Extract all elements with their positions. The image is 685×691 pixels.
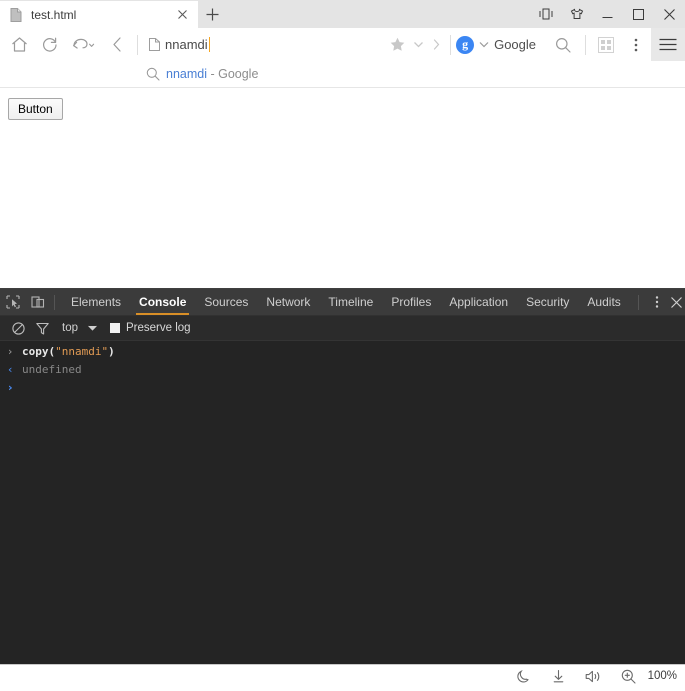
devtools-tab-elements[interactable]: Elements xyxy=(62,289,130,315)
chevron-down-icon[interactable] xyxy=(474,41,494,48)
preserve-log-checkbox[interactable] xyxy=(110,323,120,333)
console-prompt-row[interactable]: › xyxy=(0,380,685,398)
filter-icon[interactable] xyxy=(30,316,54,340)
prompt-arrow-icon: › xyxy=(8,381,13,394)
address-page-icon xyxy=(143,38,165,51)
volume-icon[interactable] xyxy=(576,665,611,687)
console-code-string: "nnamdi" xyxy=(55,345,109,358)
console-input-expression: copy("nnamdi") xyxy=(22,345,115,359)
devtools-divider xyxy=(54,294,55,310)
bookmark-star-icon[interactable] xyxy=(385,37,409,52)
panels-grid-icon[interactable] xyxy=(591,30,621,60)
devtools-tab-security[interactable]: Security xyxy=(517,289,578,315)
tab-title: test.html xyxy=(31,7,77,22)
reload-icon[interactable] xyxy=(34,30,64,60)
maximize-button[interactable] xyxy=(623,0,654,28)
address-input[interactable]: nnamdi xyxy=(165,37,211,52)
close-button[interactable] xyxy=(654,0,685,28)
zoom-icon[interactable] xyxy=(611,665,646,687)
clear-console-icon[interactable] xyxy=(6,316,30,340)
context-chevron-down-icon[interactable] xyxy=(82,325,102,331)
devtools-panel: Elements Console Sources Network Timelin… xyxy=(0,288,685,664)
address-bar[interactable]: nnamdi xyxy=(143,30,385,60)
devtools-tab-sources[interactable]: Sources xyxy=(195,289,257,315)
bookmark-dropdown-icon[interactable] xyxy=(409,41,427,48)
console-output-value: undefined xyxy=(22,363,82,376)
search-box[interactable]: g Google xyxy=(456,30,580,60)
suggestion-text: nnamdi - Google xyxy=(166,67,258,81)
night-mode-moon-icon[interactable] xyxy=(506,665,541,687)
title-bar: test.html xyxy=(0,0,685,28)
more-vertical-icon[interactable] xyxy=(621,30,651,60)
search-engine-label: Google xyxy=(494,37,536,52)
console-code-function: copy( xyxy=(22,345,56,358)
window-controls xyxy=(530,0,685,28)
panels-divider xyxy=(585,34,586,55)
new-tab-button[interactable] xyxy=(198,1,226,28)
browser-tab[interactable]: test.html xyxy=(0,1,198,28)
search-engine-icon[interactable]: g xyxy=(456,35,475,54)
suggestion-search-icon xyxy=(146,67,166,81)
autocomplete-suggestion-row[interactable]: nnamdi - Google xyxy=(0,61,685,88)
devtools-more-icon[interactable] xyxy=(647,289,667,315)
preserve-log-label[interactable]: Preserve log xyxy=(126,322,191,334)
devtools-actions-divider xyxy=(637,294,639,310)
devtools-tab-profiles[interactable]: Profiles xyxy=(382,289,440,315)
console-context-selector[interactable]: top xyxy=(54,322,82,334)
devtools-close-icon[interactable] xyxy=(667,289,685,315)
tab-close-icon[interactable] xyxy=(174,7,190,23)
navigation-toolbar: nnamdi g Google xyxy=(0,28,685,61)
devtools-tab-audits[interactable]: Audits xyxy=(578,289,629,315)
history-undo-icon[interactable] xyxy=(64,30,102,60)
home-icon[interactable] xyxy=(4,30,34,60)
address-value: nnamdi xyxy=(165,37,208,52)
console-code-end: ) xyxy=(108,345,115,358)
minimize-button[interactable] xyxy=(592,0,623,28)
console-output[interactable]: › copy("nnamdi") ‹ undefined › xyxy=(0,341,685,664)
back-icon[interactable] xyxy=(102,30,132,60)
theme-shirt-icon[interactable] xyxy=(561,0,592,28)
devtools-tabbar-actions xyxy=(630,289,685,315)
forward-icon[interactable] xyxy=(427,39,445,50)
console-filter-bar: top Preserve log xyxy=(0,316,685,341)
tab-strip: test.html xyxy=(0,0,226,28)
page-favicon-icon xyxy=(10,7,22,22)
tab-preview-icon[interactable] xyxy=(530,0,561,28)
device-toolbar-icon[interactable] xyxy=(25,289,50,315)
page-button[interactable]: Button xyxy=(8,98,63,120)
zoom-level-label[interactable]: 100% xyxy=(646,670,677,682)
page-viewport: Button xyxy=(0,88,685,288)
devtools-tab-console[interactable]: Console xyxy=(130,289,195,315)
suggestion-query: nnamdi xyxy=(166,67,207,81)
devtools-tab-application[interactable]: Application xyxy=(440,289,517,315)
text-caret xyxy=(208,37,211,52)
console-output-row: ‹ undefined xyxy=(0,362,685,380)
downloads-icon[interactable] xyxy=(541,665,576,687)
search-divider xyxy=(450,34,452,55)
input-arrow-icon: › xyxy=(8,345,13,358)
menu-hamburger-icon[interactable] xyxy=(651,28,685,61)
status-bar: 100% xyxy=(0,664,685,687)
console-input-row: › copy("nnamdi") xyxy=(0,344,685,362)
browser-window: test.html nnamdi g Google nnamdi - Googl… xyxy=(0,0,685,691)
output-arrow-icon: ‹ xyxy=(8,363,13,376)
devtools-tab-timeline[interactable]: Timeline xyxy=(319,289,382,315)
toolbar-divider xyxy=(137,34,138,55)
devtools-tab-network[interactable]: Network xyxy=(257,289,319,315)
devtools-tabbar: Elements Console Sources Network Timelin… xyxy=(0,289,685,316)
search-icon[interactable] xyxy=(548,30,578,60)
suggestion-suffix: - Google xyxy=(207,67,259,81)
inspect-element-icon[interactable] xyxy=(0,289,25,315)
